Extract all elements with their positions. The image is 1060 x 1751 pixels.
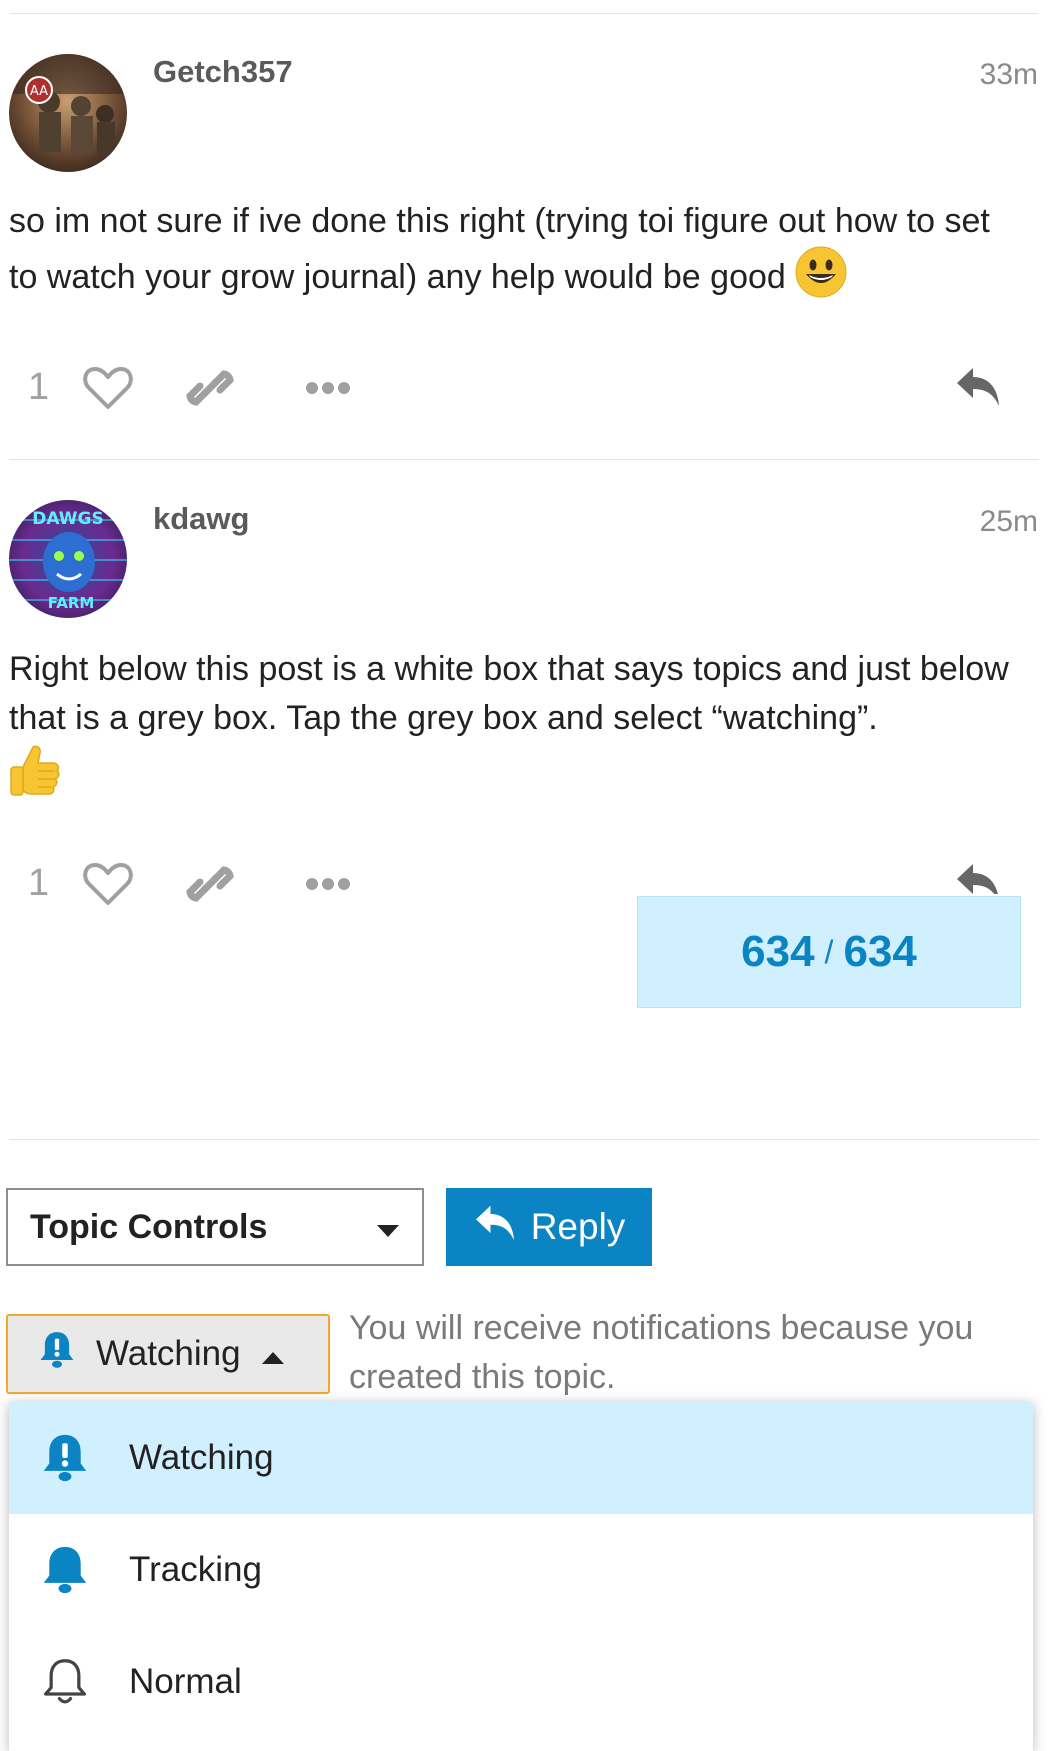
menu-item-label: Normal — [129, 1662, 242, 1701]
svg-text:FARM: FARM — [48, 594, 95, 612]
username[interactable]: Getch357 — [153, 54, 293, 90]
reply-arrow-icon[interactable] — [955, 366, 1001, 413]
bell-exclamation-icon — [38, 1330, 76, 1379]
heart-icon[interactable] — [83, 862, 133, 911]
post-text: Right below this post is a white box tha… — [9, 650, 1009, 737]
more-icon[interactable] — [305, 381, 351, 400]
progress-current: 634 — [741, 927, 815, 976]
more-icon[interactable] — [305, 877, 351, 896]
progress-total: 634 — [843, 927, 917, 976]
caret-down-icon — [376, 1208, 400, 1247]
reply-button[interactable]: Reply — [446, 1188, 652, 1266]
reply-label: Reply — [530, 1206, 626, 1247]
topic-controls-label: Topic Controls — [30, 1207, 268, 1246]
avatar[interactable]: AA — [9, 54, 127, 172]
post-time[interactable]: 25m — [980, 505, 1038, 539]
bell-outline-icon — [39, 1656, 91, 1708]
link-icon[interactable] — [186, 364, 234, 417]
menu-item-tracking[interactable]: Tracking — [9, 1514, 1033, 1626]
bell-filled-icon — [39, 1544, 91, 1596]
menu-item-watching[interactable]: Watching — [9, 1402, 1033, 1514]
notification-level-menu: Watching Tracking Normal — [9, 1402, 1033, 1751]
heart-icon[interactable] — [83, 366, 133, 415]
post-time[interactable]: 33m — [980, 58, 1038, 92]
post-body: so im not sure if ive done this right (t… — [9, 197, 1019, 312]
reply-arrow-icon[interactable] — [955, 862, 1001, 894]
topic-progress[interactable]: 634 / 634 — [637, 896, 1021, 1008]
notification-level-label: Watching — [96, 1334, 241, 1373]
footer-divider — [9, 1139, 1039, 1140]
reply-icon — [473, 1204, 517, 1251]
notification-level-button[interactable]: Watching — [6, 1314, 330, 1394]
link-icon[interactable] — [186, 860, 234, 913]
menu-item-label: Watching — [129, 1438, 274, 1477]
svg-text:DAWGS: DAWGS — [32, 509, 103, 529]
svg-text:AA: AA — [30, 84, 48, 99]
like-count: 1 — [28, 862, 50, 904]
username[interactable]: kdawg — [153, 501, 249, 537]
menu-item-normal[interactable]: Normal — [9, 1626, 1033, 1738]
bell-exclamation-icon — [39, 1432, 91, 1484]
like-count: 1 — [28, 366, 50, 408]
caret-up-icon — [261, 1334, 285, 1374]
progress-separator: / — [824, 933, 834, 970]
post-divider — [9, 459, 1039, 460]
notification-reason: You will receive notifications because y… — [349, 1309, 974, 1396]
menu-item-label: Tracking — [129, 1550, 262, 1589]
thumbs-up-emoji-icon — [9, 743, 61, 811]
post-body: Right below this post is a white box tha… — [9, 645, 1019, 811]
topic-controls-dropdown[interactable]: Topic Controls — [6, 1188, 424, 1266]
avatar[interactable]: DAWGS FARM — [9, 500, 127, 618]
post-divider — [9, 13, 1039, 14]
smiley-emoji-icon — [795, 246, 847, 312]
